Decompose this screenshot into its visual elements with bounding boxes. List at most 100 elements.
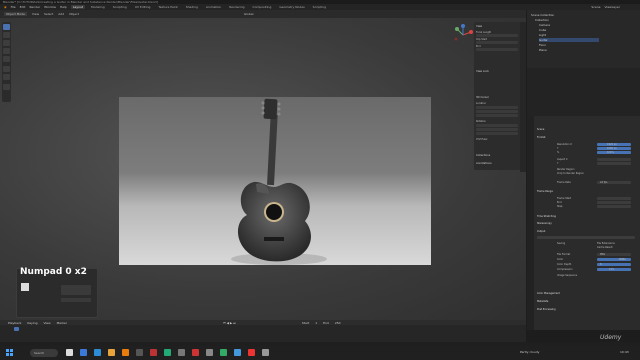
select-menu[interactable]: Select bbox=[44, 12, 53, 16]
props-section-stereoscopy[interactable]: Stereoscopy bbox=[537, 222, 552, 225]
annotate-icon[interactable] bbox=[3, 66, 10, 72]
operator-dropdown[interactable] bbox=[61, 298, 91, 302]
tab-modeling[interactable]: Modeling bbox=[89, 5, 107, 9]
label-file-ext[interactable]: File Extensions bbox=[597, 242, 615, 245]
view-menu[interactable]: View bbox=[32, 12, 39, 16]
taskbar-search[interactable]: Search bbox=[30, 349, 58, 357]
view-layer-selector[interactable]: ViewLayer bbox=[605, 5, 620, 9]
cursor-icon[interactable] bbox=[3, 24, 10, 30]
properties-tabs[interactable] bbox=[527, 116, 534, 330]
frame-rate-dropdown[interactable]: 24 fps bbox=[597, 181, 631, 184]
add-cube-icon[interactable] bbox=[3, 84, 10, 90]
add-menu[interactable]: Add bbox=[58, 12, 64, 16]
app-icon[interactable] bbox=[248, 349, 255, 356]
label-crop[interactable]: Crop to Render Region bbox=[557, 172, 584, 175]
app-icon[interactable] bbox=[164, 349, 171, 356]
outliner-row[interactable]: Floor bbox=[539, 43, 546, 47]
tab-compositing[interactable]: Compositing bbox=[251, 5, 274, 9]
app-icon[interactable] bbox=[262, 349, 269, 356]
app-icon[interactable] bbox=[234, 349, 241, 356]
app-icon[interactable] bbox=[136, 349, 143, 356]
frame-step-field[interactable] bbox=[597, 205, 631, 208]
tab-scripting[interactable]: Scripting bbox=[311, 5, 328, 9]
tab-shading[interactable]: Shading bbox=[184, 5, 200, 9]
navigation-gizmo[interactable] bbox=[452, 24, 474, 46]
n-section-3d-cursor[interactable]: 3D Cursor bbox=[476, 96, 489, 99]
n-section-view[interactable]: View bbox=[476, 25, 482, 28]
tab-uv-editing[interactable]: UV Editing bbox=[133, 5, 153, 9]
app-icon[interactable] bbox=[220, 349, 227, 356]
props-section-post-processing[interactable]: Post Processing bbox=[537, 308, 556, 311]
frame-start-field[interactable] bbox=[597, 197, 631, 200]
operator-field[interactable] bbox=[61, 285, 91, 295]
mode-selector[interactable]: Object Mode bbox=[4, 12, 27, 16]
props-section-format[interactable]: Format bbox=[537, 136, 545, 139]
props-section-time-stretching[interactable]: Time Stretching bbox=[537, 215, 556, 218]
props-section-metadata[interactable]: Metadata bbox=[537, 300, 548, 303]
outliner-row[interactable]: Camera bbox=[539, 23, 550, 27]
menu-file[interactable]: File bbox=[11, 5, 16, 9]
outliner-row[interactable]: Plane bbox=[539, 48, 547, 52]
timeline-playback[interactable]: Playback bbox=[8, 321, 21, 325]
n-section-annotations[interactable]: Annotations bbox=[476, 162, 492, 165]
move-icon[interactable] bbox=[3, 32, 10, 38]
playhead[interactable] bbox=[14, 327, 19, 331]
n-label-euler[interactable]: XYZ Euler bbox=[476, 138, 488, 141]
weather-widget[interactable]: Partly cloudy bbox=[520, 350, 539, 354]
label-render-region[interactable]: Render Region bbox=[557, 168, 574, 171]
sidebar-tabs[interactable] bbox=[520, 22, 526, 172]
cursor-y-field[interactable] bbox=[476, 110, 518, 113]
menu-edit[interactable]: Edit bbox=[20, 5, 26, 9]
scene-selector[interactable]: Scene bbox=[591, 5, 600, 9]
timeline-keying[interactable]: Keying bbox=[27, 321, 37, 325]
measure-icon[interactable] bbox=[3, 74, 10, 80]
cursor-x-field[interactable] bbox=[476, 106, 518, 109]
clock[interactable]: 10:43 bbox=[620, 350, 629, 354]
outliner-row[interactable]: Collection bbox=[535, 18, 549, 22]
menu-render[interactable]: Render bbox=[29, 5, 40, 9]
object-menu[interactable]: Object bbox=[69, 12, 79, 16]
aspect-x-field[interactable] bbox=[597, 158, 631, 161]
tab-layout[interactable]: Layout bbox=[70, 5, 86, 9]
menu-help[interactable]: Help bbox=[60, 5, 67, 9]
scale-icon[interactable] bbox=[3, 48, 10, 54]
resolution-percent-field[interactable]: 100% bbox=[597, 151, 631, 154]
transform-icon[interactable] bbox=[3, 56, 10, 62]
props-section-output[interactable]: Output bbox=[537, 230, 545, 233]
outliner-row-selected[interactable]: Guitar bbox=[539, 38, 599, 42]
output-path-field[interactable] bbox=[537, 236, 635, 239]
blender-logo-icon[interactable]: ◉ bbox=[4, 5, 7, 9]
app-icon[interactable] bbox=[178, 349, 185, 356]
cursor-ry-field[interactable] bbox=[476, 128, 518, 131]
edge-icon[interactable] bbox=[94, 349, 101, 356]
app-icon[interactable] bbox=[150, 349, 157, 356]
tab-texture-paint[interactable]: Texture Paint bbox=[156, 5, 179, 9]
folder-icon[interactable] bbox=[108, 349, 115, 356]
rotate-icon[interactable] bbox=[3, 40, 10, 46]
aspect-y-field[interactable] bbox=[597, 162, 631, 165]
cursor-rz-field[interactable] bbox=[476, 132, 518, 135]
timeline-marker[interactable]: Marker bbox=[57, 321, 67, 325]
timeline-view[interactable]: View bbox=[43, 321, 50, 325]
resolution-x-field[interactable]: 1920 px bbox=[597, 143, 631, 146]
frame-end-field[interactable] bbox=[597, 201, 631, 204]
outliner-row[interactable]: Scene Collection bbox=[531, 13, 554, 17]
tab-sculpting[interactable]: Sculpting bbox=[111, 5, 129, 9]
color-toggle[interactable]: RGBA bbox=[597, 258, 631, 261]
outliner-row[interactable]: Light bbox=[539, 33, 546, 37]
resolution-y-field[interactable]: 1080 px bbox=[597, 147, 631, 150]
timeline-end-field[interactable]: 250 bbox=[335, 321, 341, 325]
cursor-z-field[interactable] bbox=[476, 114, 518, 117]
tab-geometry-nodes[interactable]: Geometry Nodes bbox=[277, 5, 306, 9]
outliner-row[interactable]: Cube bbox=[539, 28, 546, 32]
file-explorer-icon[interactable] bbox=[66, 349, 73, 356]
app-icon[interactable] bbox=[192, 349, 199, 356]
n-section-collections[interactable]: Collections bbox=[476, 154, 490, 157]
color-depth-toggle[interactable]: 8 bbox=[597, 263, 631, 266]
cursor-rx-field[interactable] bbox=[476, 124, 518, 127]
focal-length-field[interactable] bbox=[476, 34, 518, 37]
windows-start-icon[interactable] bbox=[6, 349, 13, 356]
props-section-frame-range[interactable]: Frame Range bbox=[537, 190, 553, 193]
tab-rendering[interactable]: Rendering bbox=[227, 5, 246, 9]
blender-taskbar-icon[interactable] bbox=[122, 349, 129, 356]
